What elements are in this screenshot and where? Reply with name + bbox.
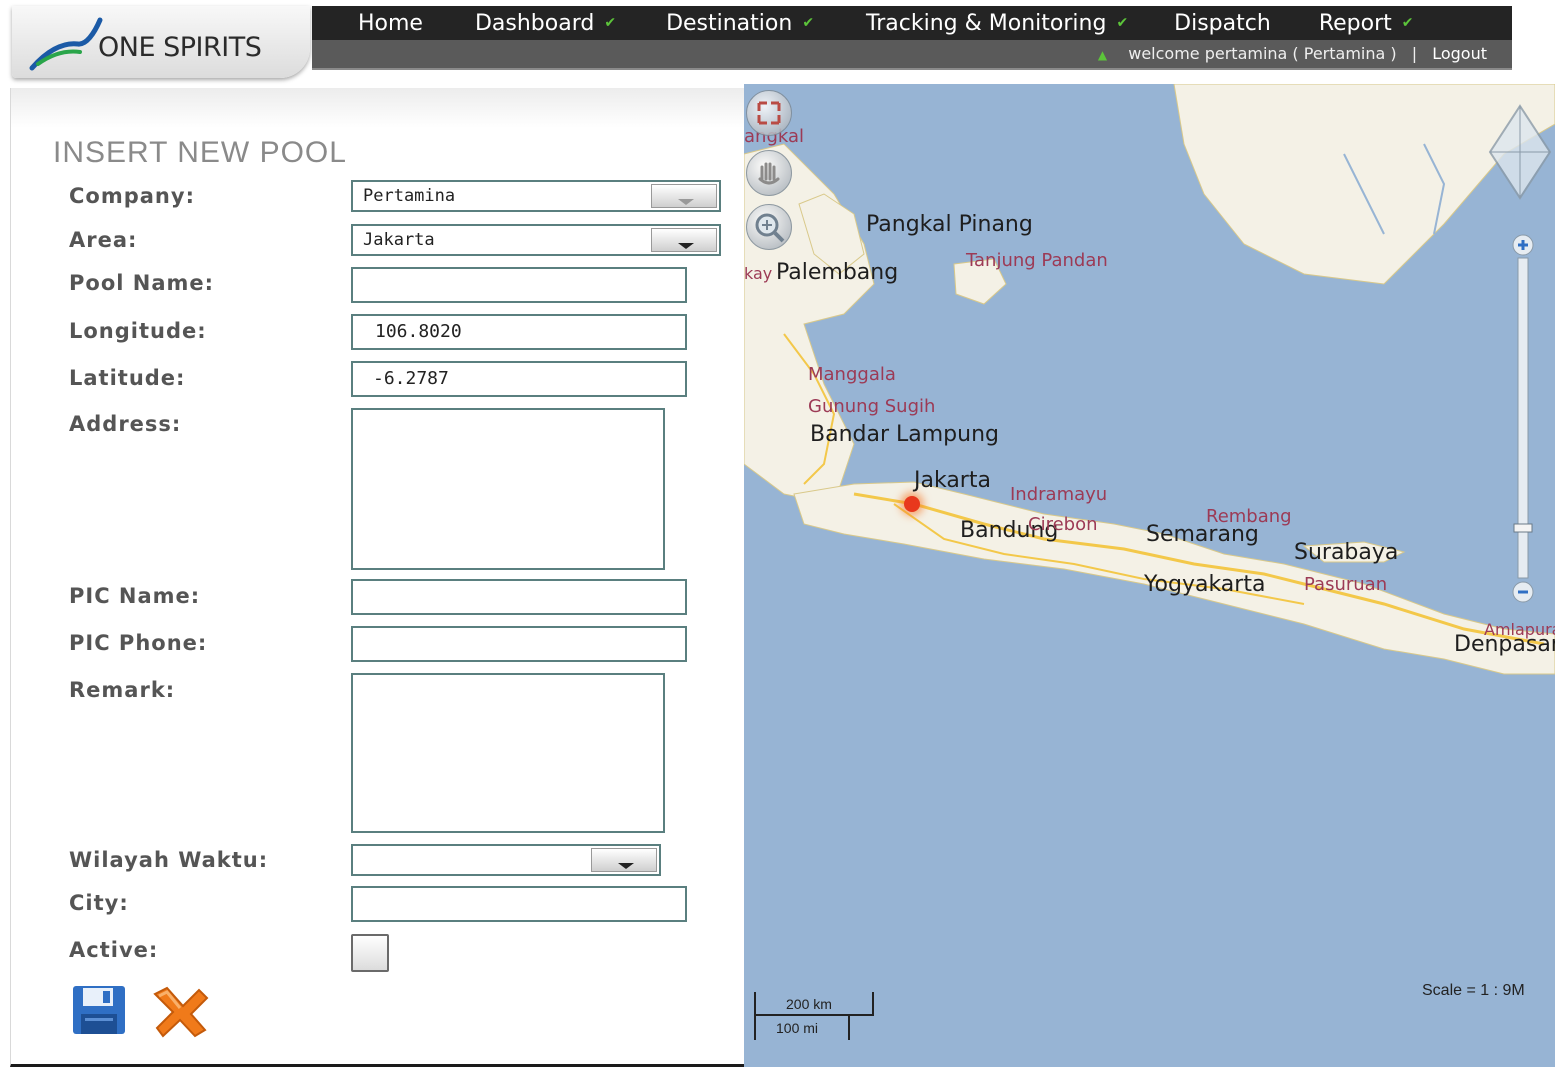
company-dropdown-button[interactable] (651, 184, 717, 208)
pic-name-input[interactable] (351, 579, 687, 615)
company-value: Pertamina (363, 186, 456, 206)
longitude-input[interactable]: 106.8020 (351, 314, 687, 350)
company-select[interactable]: Pertamina (351, 180, 721, 212)
map-label-tanjung-pandan: Tanjung Pandan (966, 250, 1108, 271)
city-input[interactable] (351, 886, 687, 922)
area-label: Area: (69, 228, 138, 252)
map-scale-text: Scale = 1 : 9M (1422, 982, 1525, 999)
map-label-kay: kay (744, 264, 773, 283)
pic-phone-input[interactable] (351, 626, 687, 662)
map-label-jakarta: Jakarta (914, 468, 991, 493)
latitude-label: Latitude: (69, 366, 186, 390)
latitude-input[interactable]: -6.2787 (351, 361, 687, 397)
chevron-down-icon: ✔ (604, 15, 617, 31)
zoom-in-icon (755, 213, 785, 243)
active-label: Active: (69, 938, 159, 962)
wilayah-waktu-select[interactable] (351, 844, 661, 876)
active-checkbox[interactable] (351, 934, 389, 972)
map-label-pangkal-pinang: Pangkal Pinang (866, 212, 1033, 237)
map-view[interactable]: angkal Pangkal Pinang kay Palembang Tanj… (744, 84, 1555, 1067)
cancel-button[interactable] (149, 984, 211, 1038)
scalebar-km: 200 km (754, 992, 874, 1016)
chevron-down-icon: ✔ (802, 15, 815, 31)
map-fullscreen-button[interactable] (746, 90, 792, 136)
pool-name-label: Pool Name: (69, 271, 215, 295)
map-pan-button[interactable] (746, 150, 792, 196)
map-label-bandar-lampung: Bandar Lampung (810, 422, 999, 447)
map-label-amlapura: Amlapura (1484, 620, 1555, 639)
map-label-yogyakarta: Yogyakarta (1144, 572, 1266, 597)
panel-header-gradient (11, 88, 745, 128)
address-textarea[interactable] (351, 408, 665, 570)
insert-pool-panel: INSERT NEW POOL Company: Pertamina Area:… (10, 88, 745, 1067)
scalebar-km-label: 200 km (786, 996, 832, 1012)
chevron-down-icon (678, 243, 694, 249)
menu-report-label: Report (1318, 10, 1392, 36)
cancel-icon (153, 986, 209, 1038)
chevron-down-icon (618, 863, 634, 869)
menu-report[interactable]: Report ✔ (1319, 11, 1414, 36)
app-logo[interactable]: ONE SPIRITS (12, 6, 310, 78)
area-select[interactable]: Jakarta (351, 224, 721, 256)
user-separator: | (1411, 44, 1418, 63)
pan-compass-icon[interactable] (1486, 102, 1554, 202)
map-zoom-box-button[interactable] (746, 204, 792, 250)
city-label: City: (69, 891, 129, 915)
menu-destination-label: Destination (666, 10, 793, 36)
remark-label: Remark: (69, 678, 176, 702)
menu-home-label: Home (358, 10, 423, 36)
logo-swoosh-icon (29, 17, 103, 71)
form-title: INSERT NEW POOL (53, 136, 347, 169)
map-label-rembang: Rembang (1206, 506, 1292, 527)
map-label-gunung-sugih: Gunung Sugih (808, 396, 936, 417)
chevron-down-icon: ✔ (1401, 15, 1414, 31)
menu-tracking-label: Tracking & Monitoring (866, 10, 1107, 36)
menu-dashboard-label: Dashboard (474, 10, 595, 36)
menu-tracking-monitoring[interactable]: Tracking & Monitoring ✔ (866, 11, 1128, 36)
pic-name-label: PIC Name: (69, 584, 201, 608)
chevron-down-icon (678, 199, 694, 205)
scalebar-mi-label: 100 mi (776, 1020, 819, 1036)
wilayah-waktu-dropdown-button[interactable] (591, 848, 657, 872)
save-button[interactable] (71, 984, 127, 1036)
map-label-manggala: Manggala (808, 364, 896, 385)
menu-destination[interactable]: Destination ✔ (666, 11, 814, 36)
area-value: Jakarta (363, 230, 435, 250)
map-label-indramayu: Indramayu (1010, 484, 1108, 505)
welcome-text: welcome pertamina ( Pertamina ) (1128, 44, 1397, 63)
company-label: Company: (69, 184, 195, 208)
map-label-pasuruan: Pasuruan (1304, 574, 1388, 595)
map-label-palembang: Palembang (776, 260, 899, 285)
zoom-slider[interactable] (1512, 234, 1534, 604)
save-icon (73, 986, 125, 1034)
user-icon: ▲ (1097, 48, 1108, 62)
pool-name-input[interactable] (351, 267, 687, 303)
address-label: Address: (69, 412, 182, 436)
menu-home[interactable]: Home (358, 11, 423, 36)
logo-text: ONE SPIRITS (98, 32, 262, 63)
menu-dispatch-label: Dispatch (1174, 10, 1271, 36)
welcome-area: ▲ welcome pertamina ( Pertamina ) | Logo… (1098, 40, 1487, 68)
menu-dispatch[interactable]: Dispatch (1174, 11, 1271, 36)
logout-link[interactable]: Logout (1432, 44, 1487, 63)
main-menu: Home Dashboard ✔ Destination ✔ Tracking … (312, 6, 1413, 40)
map-label-cirebon: Cirebon (1028, 514, 1098, 535)
wilayah-waktu-label: Wilayah Waktu: (69, 848, 269, 872)
hand-pan-icon (758, 162, 780, 185)
menu-dashboard[interactable]: Dashboard ✔ (475, 11, 616, 36)
scalebar-mi: 100 mi (754, 1016, 850, 1040)
pic-phone-label: PIC Phone: (69, 631, 208, 655)
longitude-label: Longitude: (69, 319, 207, 343)
fullscreen-icon (757, 101, 781, 125)
location-marker-icon[interactable] (904, 496, 920, 512)
remark-textarea[interactable] (351, 673, 665, 833)
area-dropdown-button[interactable] (651, 228, 717, 252)
map-label-surabaya: Surabaya (1294, 540, 1399, 565)
chevron-down-icon: ✔ (1116, 15, 1129, 31)
